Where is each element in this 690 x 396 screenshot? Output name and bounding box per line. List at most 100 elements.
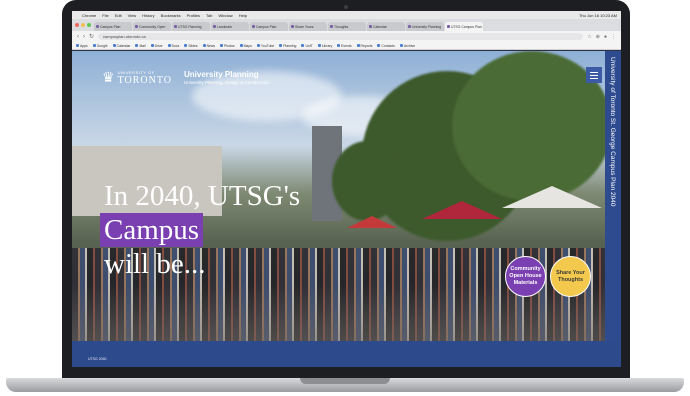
profile-icon[interactable]: ● xyxy=(604,34,607,40)
bookmark-label: YouTube xyxy=(260,43,275,48)
menubar-item[interactable]: Help xyxy=(239,13,247,18)
extensions-icon[interactable]: ⊕ xyxy=(596,34,600,40)
browser-tab[interactable]: Thoughts xyxy=(328,22,366,31)
bookmark[interactable]: Planning xyxy=(279,44,296,48)
bookmark[interactable]: UofT xyxy=(301,44,313,48)
menu-line xyxy=(590,71,598,73)
bookmark-label: Library xyxy=(321,43,333,48)
browser-tab[interactable]: Calendar xyxy=(367,22,405,31)
headline-line: will be... xyxy=(104,248,206,280)
menubar-item[interactable]: Tab xyxy=(206,13,212,18)
browser-tab-strip: Campus Plan Community Open UTSG Planning… xyxy=(72,19,621,31)
bookmark[interactable]: Photos xyxy=(220,44,235,48)
tab-label: UTSG Planning xyxy=(178,24,202,29)
menubar-item[interactable]: View xyxy=(128,13,137,18)
bookmark[interactable]: Calendar xyxy=(112,44,130,48)
bookmark-label: Contacts xyxy=(381,43,395,48)
tree-shape xyxy=(332,141,402,221)
bookmark-icon xyxy=(377,44,381,47)
toolbar-icons: ☆ ⊕ ● ⋮ xyxy=(587,34,616,40)
bookmark[interactable]: Library xyxy=(317,43,333,48)
tab-label: Campus Plan xyxy=(100,24,121,29)
back-button[interactable]: ‹ xyxy=(77,34,79,40)
bookmark-icon xyxy=(167,44,171,47)
more-menu-icon[interactable]: ⋮ xyxy=(611,34,616,40)
bookmark[interactable]: Apps xyxy=(76,44,88,48)
menubar-item[interactable]: Edit xyxy=(115,13,122,18)
menubar-item[interactable]: History xyxy=(142,13,154,18)
wordmark-big: TORONTO xyxy=(117,74,172,86)
hamburger-menu-button[interactable] xyxy=(586,67,602,83)
bookmark[interactable]: Contacts xyxy=(377,43,395,48)
url-text: campusplan.utoronto.ca xyxy=(103,34,146,39)
reload-button[interactable]: ↻ xyxy=(89,34,94,40)
webcam-icon xyxy=(344,5,348,9)
bookmark-label: Mail xyxy=(139,43,146,48)
favicon-icon xyxy=(447,25,450,28)
footer-band: UTSG 2040 xyxy=(72,341,621,367)
university-logo[interactable]: ♛ UNIVERSITY OF TORONTO xyxy=(102,69,172,86)
menubar-item[interactable]: Bookmarks xyxy=(161,13,181,18)
bookmark[interactable]: Events xyxy=(337,44,352,48)
open-house-materials-button[interactable]: Community Open House Materials xyxy=(505,256,546,297)
browser-tab[interactable]: Campus Plan xyxy=(94,22,132,31)
bookmark[interactable]: Archive xyxy=(399,44,415,48)
bookmark[interactable]: Mail xyxy=(135,43,146,48)
bookmark[interactable]: Google xyxy=(92,43,108,48)
menubar-clock[interactable]: Thu Jun 16 10:23 AM xyxy=(579,13,617,18)
menubar-item[interactable]: Window xyxy=(218,13,232,18)
bookmark[interactable]: Maps xyxy=(239,43,252,48)
bookmark[interactable]: Slides xyxy=(184,44,198,48)
favicon-icon xyxy=(135,25,138,28)
headline-line: In 2040, UTSG's xyxy=(104,180,301,212)
tent-shape xyxy=(347,216,397,228)
url-bar[interactable]: campusplan.utoronto.ca xyxy=(98,33,584,40)
cta-label: Share Your Thoughts xyxy=(556,269,585,283)
share-thoughts-button[interactable]: Share Your Thoughts xyxy=(550,256,591,297)
bookmark[interactable]: Drive xyxy=(150,44,163,48)
menubar-item[interactable]: File xyxy=(102,13,108,18)
tab-label: Share Yours xyxy=(295,24,314,29)
laptop-base xyxy=(6,378,684,392)
site-header: ♛ UNIVERSITY OF TORONTO University Plann… xyxy=(102,69,270,86)
forward-button[interactable]: › xyxy=(83,34,85,40)
web-page: UTSG 2040 ♛ UNIVERSITY OF TORONTO Univer… xyxy=(72,51,621,367)
minimize-window-button[interactable] xyxy=(81,23,85,27)
bookmark-icon xyxy=(399,44,403,47)
browser-tab-active[interactable]: UTSG Campus Plan xyxy=(445,22,483,31)
close-window-button[interactable] xyxy=(75,23,79,27)
footer-text: UTSG 2040 xyxy=(88,357,107,361)
bookmark-label: Maps xyxy=(243,43,252,48)
browser-tab[interactable]: Campus Plan xyxy=(250,22,288,31)
unit-name[interactable]: University Planning University Planning,… xyxy=(184,70,270,85)
bookmark[interactable]: Docs xyxy=(167,44,179,48)
bookmark-icon xyxy=(356,44,360,47)
favicon-icon xyxy=(330,25,333,28)
address-row: ‹ › ↻ campusplan.utoronto.ca ☆ ⊕ ● ⋮ xyxy=(72,31,621,42)
bookmark[interactable]: YouTube xyxy=(256,43,275,48)
bookmark-icon xyxy=(202,44,206,47)
bookmark-icon xyxy=(150,44,154,47)
bookmark[interactable]: News xyxy=(202,44,215,48)
tab-label: Calendar xyxy=(373,24,387,29)
favicon-icon xyxy=(96,25,99,28)
hero-headline: In 2040, UTSG's Campus will be... xyxy=(100,179,301,281)
tent-shape xyxy=(502,186,602,208)
menu-line xyxy=(590,77,598,79)
browser-tab[interactable]: Landmark xyxy=(211,22,249,31)
side-banner: University of Toronto St. George Campus … xyxy=(605,51,621,341)
bookmark[interactable]: Reports xyxy=(356,44,372,48)
tent-shape xyxy=(422,201,502,219)
zoom-window-button[interactable] xyxy=(87,23,91,27)
browser-tab[interactable]: UTSG Planning xyxy=(172,22,210,31)
star-icon[interactable]: ☆ xyxy=(587,34,591,40)
browser-tab[interactable]: Community Open xyxy=(133,22,171,31)
browser-tab[interactable]: Share Yours xyxy=(289,22,327,31)
bookmark-icon xyxy=(301,44,305,47)
menubar-item[interactable]: Profiles xyxy=(187,13,200,18)
menubar-item[interactable]: Chrome xyxy=(82,13,96,18)
browser-tab[interactable]: University Planning xyxy=(406,22,444,31)
bookmark-label: Google xyxy=(96,43,108,48)
favicon-icon xyxy=(174,25,177,28)
favicon-icon xyxy=(369,25,372,28)
